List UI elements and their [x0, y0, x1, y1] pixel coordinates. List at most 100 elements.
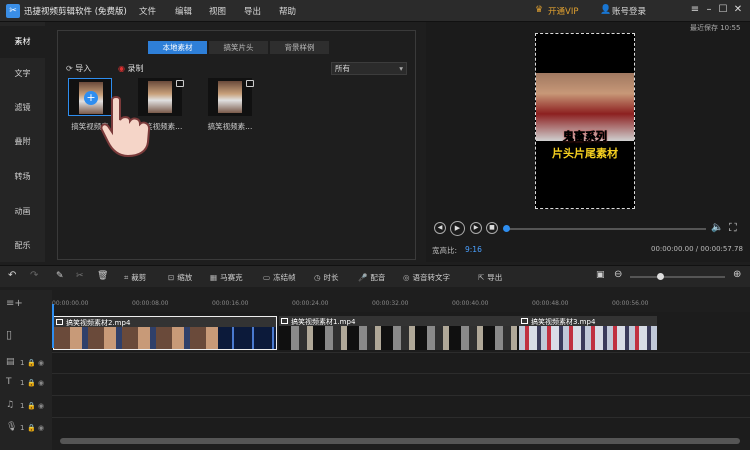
fit-timeline-icon[interactable]: ▣	[596, 270, 605, 280]
lock-icon[interactable]: 🔒	[27, 379, 36, 387]
dubbing-label: 配音	[370, 273, 386, 282]
title-bar: ✂ 迅捷视频剪辑软件 (免费版) 文件 编辑 视图 导出 帮助 ♛ 开通VIP …	[0, 0, 750, 22]
menu-view[interactable]: 视图	[209, 5, 226, 17]
preview-progress-bar[interactable]	[506, 228, 706, 230]
media-thumb-label-3: 搞笑视频素...	[207, 122, 253, 131]
timeline-zoom-handle[interactable]	[657, 273, 664, 280]
volume-icon[interactable]: 🔈	[711, 222, 723, 233]
vip-button[interactable]: 开通VIP	[548, 5, 578, 17]
maximize-icon[interactable]: ☐	[716, 3, 730, 17]
freeze-frame-button[interactable]: ▭ 冻结帧	[263, 272, 296, 283]
video-icon	[281, 318, 288, 324]
timeline-clip-1[interactable]: 搞笑视频素材2.mp4	[53, 316, 277, 350]
timeline-clip-2[interactable]: 搞笑视频素材1.mp4	[279, 316, 519, 350]
add-track-icon[interactable]: ≡+	[6, 298, 23, 309]
zoom-button[interactable]: ⊡ 缩放	[168, 272, 192, 283]
tab-funny-intro[interactable]: 搞笑片头	[209, 41, 268, 54]
next-frame-icon[interactable]: ▶	[470, 222, 482, 234]
record-button[interactable]: ◉ 录制	[118, 63, 144, 74]
sidebar-item-filter[interactable]: 滤镜	[0, 102, 45, 113]
redo-icon[interactable]: ↷	[30, 270, 38, 281]
menu-export[interactable]: 导出	[244, 5, 261, 17]
preview-caption-subtitle: 片头片尾素材	[552, 147, 618, 160]
sidebar-item-overlay[interactable]: 叠附	[0, 136, 45, 147]
track-number: 1	[20, 402, 25, 410]
track-header-panel: ≡+ ▯ ▤ 1 🔒 ◉ T 1 🔒 ◉ ♫ 1 🔒 ◉ 🎙 1 🔒 ◉	[0, 290, 52, 450]
timeline-zoom-slider[interactable]	[630, 276, 725, 278]
lock-icon[interactable]: 🔒	[27, 359, 36, 367]
track-divider	[52, 352, 750, 353]
autosave-status: 最近保存 10:55	[690, 24, 741, 32]
fullscreen-icon[interactable]: ⛶	[729, 221, 737, 235]
cut-icon[interactable]: ✂	[76, 271, 84, 281]
voice-track-icon: 🎙	[6, 422, 18, 432]
menu-help[interactable]: 帮助	[279, 5, 296, 17]
undo-icon[interactable]: ↶	[8, 270, 16, 281]
edit-toolbar: ↶ ↷ ✎ ✂ 🗑 ⌗ 裁剪 ⊡ 缩放 ▦ 马赛克 ▭ 冻结帧 ◷ 时长 🎤 配音 ◎ 语音转…	[0, 265, 750, 287]
zoom-out-icon[interactable]: ⊖	[614, 269, 622, 280]
track-number: 1	[20, 424, 25, 432]
app-logo: ✂	[6, 4, 20, 18]
close-icon[interactable]: ✕	[731, 3, 745, 17]
preview-caption-title: 鬼畜系列	[563, 130, 608, 144]
video-icon	[246, 80, 254, 87]
login-button[interactable]: 账号登录	[612, 5, 646, 17]
timeline-playhead[interactable]	[52, 304, 54, 348]
freeze-frame-icon: ▭	[263, 273, 271, 282]
zoom-label: 缩放	[177, 273, 193, 282]
eye-icon[interactable]: ◉	[38, 424, 44, 432]
delete-icon[interactable]: 🗑	[97, 271, 108, 281]
preview-progress-handle[interactable]	[503, 225, 510, 232]
lock-icon[interactable]: 🔒	[27, 424, 36, 432]
menu-edit[interactable]: 编辑	[175, 5, 192, 17]
import-label: 导入	[75, 64, 92, 73]
import-icon: ⟳	[66, 64, 73, 73]
sidebar-item-music[interactable]: 配乐	[0, 240, 45, 251]
sidebar-item-transition[interactable]: 转场	[0, 171, 45, 182]
sidebar-item-animation[interactable]: 动画	[0, 206, 45, 217]
minimize-icon[interactable]: –	[702, 3, 716, 17]
add-icon[interactable]: +	[84, 91, 98, 105]
export-button[interactable]: ⇱ 导出	[478, 272, 502, 283]
menu-icon[interactable]: ≡	[688, 3, 702, 17]
sidebar-item-text[interactable]: 文字	[0, 68, 45, 79]
duration-button[interactable]: ◷ 时长	[314, 272, 339, 283]
media-thumb-3[interactable]	[208, 78, 254, 116]
timeline-clip-3[interactable]: 搞笑视频素材3.mp4	[519, 316, 657, 350]
edit-icon[interactable]: ✎	[56, 271, 64, 281]
mosaic-button[interactable]: ▦ 马赛克	[210, 272, 243, 283]
lock-icon[interactable]: 🔒	[27, 402, 36, 410]
user-icon: 👤	[600, 5, 612, 15]
zoom-icon: ⊡	[168, 273, 175, 282]
ruler-tick: 00:00:24.00	[292, 300, 329, 307]
eye-icon[interactable]: ◉	[38, 359, 44, 367]
sidebar-item-media[interactable]: 素材	[0, 26, 45, 58]
video-icon	[56, 319, 63, 325]
import-button[interactable]: ⟳ 导入	[66, 63, 91, 74]
ruler-tick: 00:00:56.00	[612, 300, 649, 307]
dubbing-button[interactable]: 🎤 配音	[358, 272, 385, 283]
aspect-ratio-value[interactable]: 9:16	[465, 245, 482, 254]
play-button[interactable]: ▶	[450, 221, 465, 236]
record-icon: ◉	[118, 64, 125, 73]
prev-frame-icon[interactable]: ◀	[434, 222, 446, 234]
tab-local-media[interactable]: 本地素材	[148, 41, 207, 54]
zoom-in-icon[interactable]: ⊕	[733, 269, 741, 280]
hand-pointer-icon	[100, 96, 151, 158]
stop-icon[interactable]: ■	[486, 222, 498, 234]
crop-button[interactable]: ⌗ 裁剪	[124, 272, 146, 283]
ruler-tick: 00:00:40.00	[452, 300, 489, 307]
track-divider	[52, 417, 750, 418]
text-track-icon: T	[6, 377, 12, 387]
eye-icon[interactable]: ◉	[38, 379, 44, 387]
timeline-scrollbar[interactable]	[60, 438, 740, 444]
ruler-tick: 00:00:16.00	[212, 300, 249, 307]
speech-to-text-button[interactable]: ◎ 语音转文字	[403, 272, 450, 283]
filter-select[interactable]: 所有 ▾	[331, 62, 407, 75]
export-icon: ⇱	[478, 273, 485, 282]
freeze-frame-label: 冻结帧	[273, 273, 296, 282]
tab-background-samples[interactable]: 背景样例	[270, 41, 329, 54]
menu-file[interactable]: 文件	[139, 5, 156, 17]
eye-icon[interactable]: ◉	[38, 402, 44, 410]
timeline-ruler[interactable]: 00:00:00.00 00:00:08.00 00:00:16.00 00:0…	[52, 297, 750, 312]
